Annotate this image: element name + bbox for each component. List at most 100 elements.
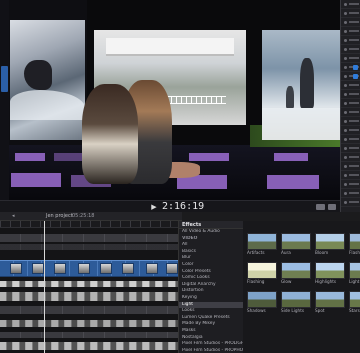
- inspector-row[interactable]: [341, 198, 360, 207]
- effect-tile[interactable]: Aura: [281, 233, 311, 256]
- effect-tile[interactable]: Flash B: [349, 233, 360, 256]
- effect-tile[interactable]: Flashing: [247, 262, 277, 285]
- toggle-icon[interactable]: [344, 102, 347, 105]
- viewer-options[interactable]: [316, 203, 336, 211]
- clip-thumbnail[interactable]: [146, 263, 158, 274]
- effects-category-item[interactable]: Blur: [179, 255, 243, 262]
- inspector-row[interactable]: [341, 0, 360, 9]
- parameter-slider[interactable]: [349, 57, 359, 59]
- inspector-row[interactable]: [341, 45, 360, 54]
- toggle-icon[interactable]: [344, 93, 347, 96]
- effect-thumbnail[interactable]: [247, 262, 277, 279]
- effect-tile[interactable]: Highlights: [315, 262, 345, 285]
- audio-track[interactable]: [0, 306, 182, 314]
- toggle-icon[interactable]: [344, 201, 347, 204]
- effects-category-item[interactable]: Masks: [179, 328, 243, 335]
- inspector-row[interactable]: [341, 27, 360, 36]
- inspector-row[interactable]: [341, 189, 360, 198]
- toggle-icon[interactable]: [344, 147, 347, 150]
- effects-category-item[interactable]: Made By Mikey: [179, 321, 243, 328]
- effects-category-item[interactable]: Keying: [179, 295, 243, 302]
- checkbox-icon[interactable]: [353, 65, 358, 70]
- inspector-row[interactable]: [341, 81, 360, 90]
- effects-category-item[interactable]: Pixel Film Studios - PROLIGHTNI...: [179, 341, 243, 348]
- clip-thumbnail[interactable]: [32, 263, 44, 274]
- effects-category-item[interactable]: Pixel Film Studios - PROPHOS 3X: [179, 348, 243, 353]
- parameter-slider[interactable]: [349, 84, 359, 86]
- inspector-row[interactable]: [341, 90, 360, 99]
- viewer[interactable]: [0, 0, 340, 200]
- parameter-slider[interactable]: [349, 138, 359, 140]
- toggle-icon[interactable]: [344, 66, 347, 69]
- toggle-icon[interactable]: [344, 75, 347, 78]
- parameter-slider[interactable]: [349, 12, 359, 14]
- filmstrip-track[interactable]: [0, 292, 182, 301]
- inspector-row[interactable]: [341, 108, 360, 117]
- parameter-slider[interactable]: [349, 156, 359, 158]
- toggle-icon[interactable]: [344, 111, 347, 114]
- parameter-slider[interactable]: [349, 3, 359, 5]
- toggle-icon[interactable]: [344, 39, 347, 42]
- clip-thumbnail[interactable]: [100, 263, 112, 274]
- parameter-slider[interactable]: [349, 129, 359, 131]
- toggle-icon[interactable]: [344, 48, 347, 51]
- toggle-icon[interactable]: [344, 192, 347, 195]
- toggle-icon[interactable]: [344, 30, 347, 33]
- parameter-slider[interactable]: [349, 174, 359, 176]
- filmstrip-track[interactable]: [0, 281, 182, 287]
- effects-category-list[interactable]: Effects All Video & Audio VIDEO All Basics B…: [178, 221, 243, 353]
- effect-tile[interactable]: Light Rays: [349, 262, 360, 285]
- effect-tile[interactable]: Stars: [349, 291, 360, 314]
- inspector-row[interactable]: [341, 180, 360, 189]
- filmstrip-track[interactable]: [0, 342, 182, 350]
- play-button[interactable]: ▶: [150, 203, 158, 211]
- effects-category-item[interactable]: All: [179, 242, 243, 249]
- toggle-icon[interactable]: [344, 165, 347, 168]
- parameter-slider[interactable]: [349, 165, 359, 167]
- sidebar-toggle-tab[interactable]: [1, 66, 8, 92]
- checkbox-icon[interactable]: [353, 74, 358, 79]
- effect-thumbnail[interactable]: [281, 233, 311, 250]
- toggle-icon[interactable]: [344, 3, 347, 6]
- effects-category-item[interactable]: Lumen Quake Presets: [179, 315, 243, 322]
- parameter-slider[interactable]: [349, 120, 359, 122]
- toggle-icon[interactable]: [344, 120, 347, 123]
- parameter-slider[interactable]: [349, 48, 359, 50]
- toggle-icon[interactable]: [344, 129, 347, 132]
- effects-category-item[interactable]: Light: [179, 301, 243, 309]
- effect-thumbnail[interactable]: [349, 233, 360, 250]
- parameter-slider[interactable]: [349, 21, 359, 23]
- inspector-row[interactable]: [341, 126, 360, 135]
- parameter-slider[interactable]: [349, 111, 359, 113]
- parameter-slider[interactable]: [349, 93, 359, 95]
- parameter-slider[interactable]: [349, 192, 359, 194]
- toggle-icon[interactable]: [344, 12, 347, 15]
- clip-thumbnail[interactable]: [10, 263, 22, 274]
- parameter-slider[interactable]: [349, 147, 359, 149]
- parameter-slider[interactable]: [349, 183, 359, 185]
- inspector-row[interactable]: [341, 63, 360, 72]
- effect-tile[interactable]: Artifacts: [247, 233, 277, 256]
- toggle-icon[interactable]: [344, 21, 347, 24]
- effects-category-item[interactable]: Digital Anarchy: [179, 282, 243, 289]
- primary-storyline[interactable]: [0, 260, 182, 277]
- toggle-icon[interactable]: [344, 138, 347, 141]
- inspector-row[interactable]: [341, 36, 360, 45]
- toggle-icon[interactable]: [344, 84, 347, 87]
- connected-clip-track[interactable]: [0, 244, 182, 250]
- effect-thumbnail[interactable]: [349, 262, 360, 279]
- inspector-panel[interactable]: [340, 0, 360, 212]
- timeline[interactable]: [0, 228, 182, 353]
- effects-category-item[interactable]: Looks: [179, 308, 243, 315]
- toggle-icon[interactable]: [344, 174, 347, 177]
- effects-category-item[interactable]: Nostalgia: [179, 335, 243, 342]
- effect-thumbnail[interactable]: [247, 233, 277, 250]
- parameter-slider[interactable]: [349, 30, 359, 32]
- audio-track[interactable]: [0, 332, 182, 338]
- parameter-slider[interactable]: [349, 102, 359, 104]
- playhead[interactable]: [44, 221, 45, 353]
- back-chevron-icon[interactable]: ◂: [12, 213, 15, 219]
- inspector-row[interactable]: [341, 18, 360, 27]
- effect-tile[interactable]: Glow: [281, 262, 311, 285]
- inspector-row[interactable]: [341, 54, 360, 63]
